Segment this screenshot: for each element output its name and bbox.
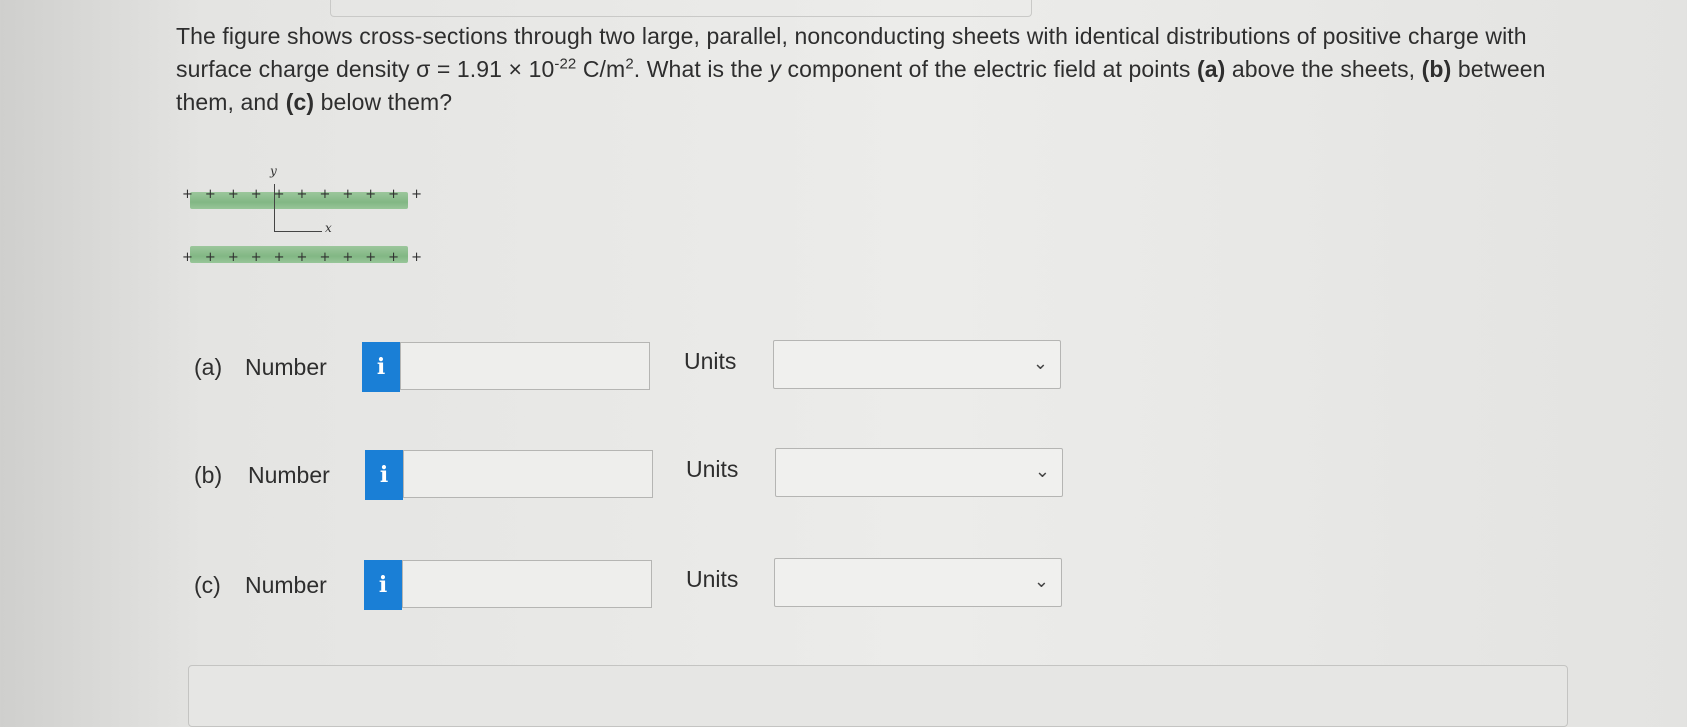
y-axis-label: y (270, 164, 277, 178)
part-label: (a) (194, 354, 223, 380)
units-label: Units (686, 456, 739, 482)
info-icon[interactable]: i (365, 450, 403, 500)
x-axis (274, 231, 322, 232)
number-label: Number (245, 354, 327, 380)
chevron-down-icon: ⌄ (1032, 353, 1048, 374)
answer-row-c: (c) Number i Units ⌄ (194, 558, 1094, 612)
part-label: (c) (194, 572, 221, 598)
units-dropdown-a[interactable]: ⌄ (773, 340, 1061, 389)
units-label: Units (684, 348, 737, 374)
x-axis-label: x (325, 221, 332, 235)
bottom-panel (188, 665, 1568, 727)
info-icon[interactable]: i (364, 560, 402, 610)
info-icon[interactable]: i (362, 342, 400, 392)
number-input-c[interactable] (402, 560, 652, 608)
bottom-sheet-charges: + + + + + + + + + + + (182, 250, 422, 265)
units-dropdown-b[interactable]: ⌄ (775, 448, 1063, 497)
chevron-down-icon: ⌄ (1033, 571, 1049, 592)
top-sheet-charges: + + + + + + + + + + + (182, 187, 422, 202)
number-input-a[interactable] (400, 342, 650, 390)
units-label: Units (686, 566, 739, 592)
answer-row-b: (b) Number i Units ⌄ (194, 448, 1094, 502)
y-axis (274, 184, 275, 232)
number-input-b[interactable] (403, 450, 653, 498)
question-text: The figure shows cross-sections through … (176, 23, 1546, 115)
sheets-figure: y + + + + + + + + + + + x + + + + + + + + + + + (182, 164, 422, 295)
number-label: Number (245, 572, 327, 598)
units-dropdown-c[interactable]: ⌄ (774, 558, 1062, 607)
chevron-down-icon: ⌄ (1034, 461, 1050, 482)
answer-row-a: (a) Number i Units ⌄ (194, 340, 1094, 394)
part-label: (b) (194, 462, 223, 488)
number-label: Number (248, 462, 330, 488)
top-frame (330, 0, 1032, 17)
